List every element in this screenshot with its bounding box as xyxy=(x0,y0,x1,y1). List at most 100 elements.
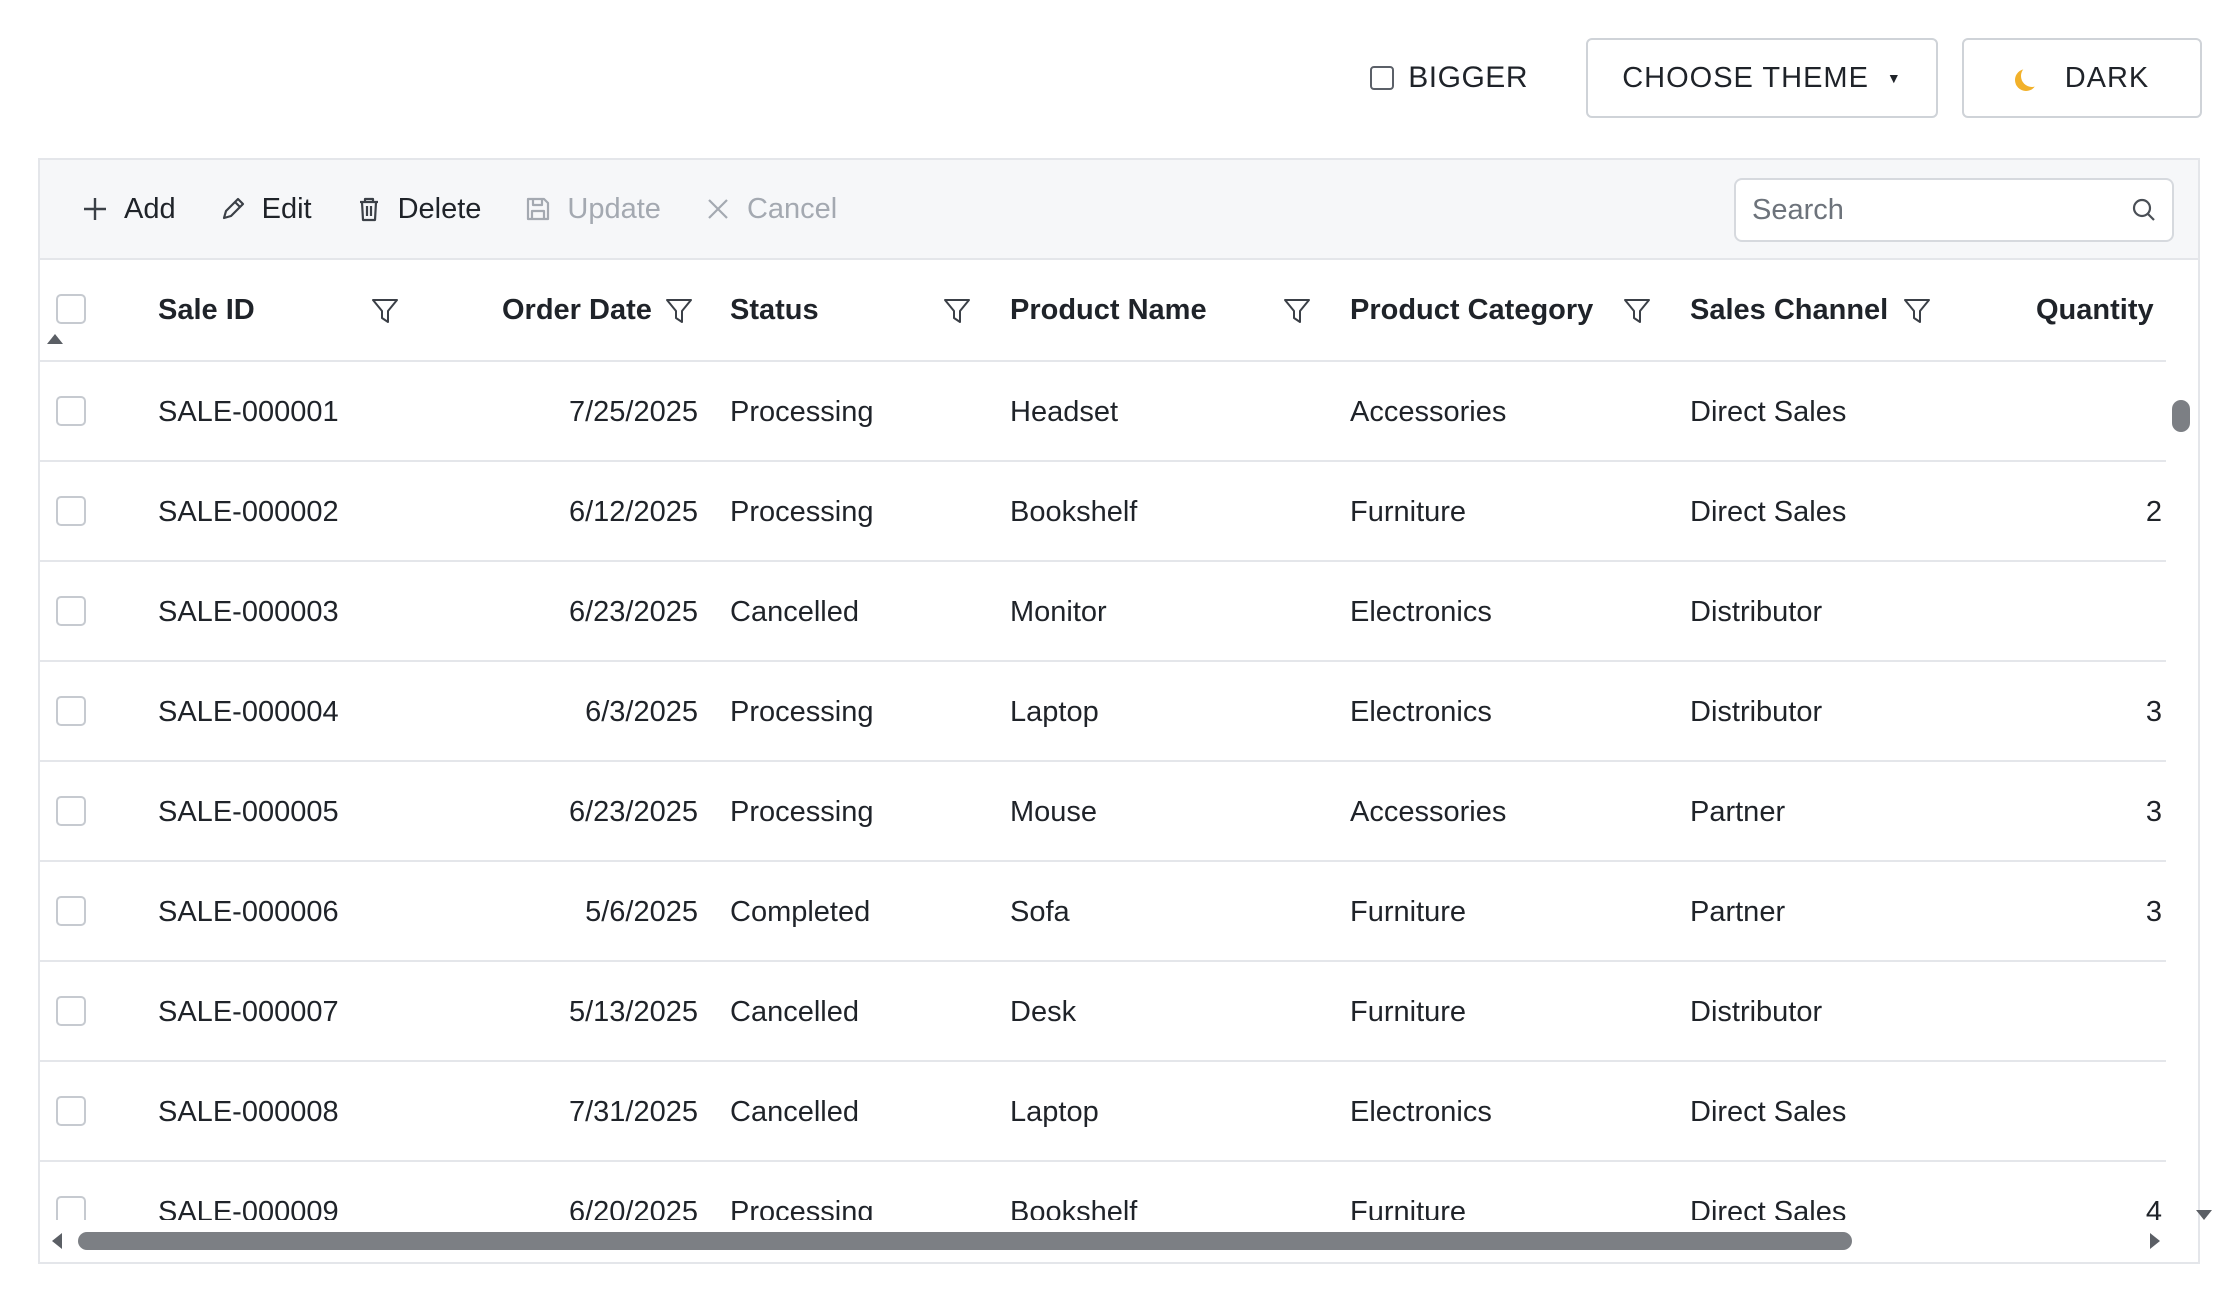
choose-theme-button[interactable]: CHOOSE THEME ▼ xyxy=(1586,38,1938,118)
cell-product-name: Headset xyxy=(1010,395,1119,428)
cell-sale-id: SALE-000002 xyxy=(158,495,339,528)
cell-sales-channel: Partner xyxy=(1690,895,1786,928)
column-header-order-date[interactable]: Order Date xyxy=(502,260,652,360)
scroll-up-arrow-icon[interactable] xyxy=(47,334,63,344)
column-header-quantity[interactable]: Quantity xyxy=(2036,260,2154,360)
cell-quantity: 3 xyxy=(2145,895,2162,928)
vertical-scrollbar[interactable] xyxy=(2166,360,2198,1222)
table-row[interactable]: SALE-000008 7/31/2025 Cancelled Laptop Elect… xyxy=(40,1062,2168,1162)
bigger-toggle[interactable]: BIGGER xyxy=(1370,61,1528,95)
column-label: Sales Channel xyxy=(1690,293,1889,326)
scroll-right-arrow-icon[interactable] xyxy=(2150,1233,2160,1249)
column-header-status[interactable]: Status xyxy=(730,260,819,360)
filter-icon[interactable] xyxy=(370,296,400,326)
cell-sale-id: SALE-000008 xyxy=(158,1095,339,1128)
cell-quantity xyxy=(2030,962,2162,1062)
filter-icon[interactable] xyxy=(942,296,972,326)
column-label: Status xyxy=(730,293,819,326)
table-row[interactable]: SALE-000003 6/23/2025 Cancelled Monitor Elec… xyxy=(40,562,2168,662)
dark-mode-button[interactable]: DARK xyxy=(1962,38,2202,118)
column-header-product-category[interactable]: Product Category xyxy=(1350,260,1593,360)
horizontal-scroll-thumb[interactable] xyxy=(78,1232,1852,1250)
select-all-checkbox[interactable] xyxy=(56,294,86,324)
edit-button[interactable]: Edit xyxy=(218,193,312,226)
table-row[interactable]: SALE-000002 6/12/2025 Processing Bookshelf F… xyxy=(40,462,2168,562)
cell-product-category: Electronics xyxy=(1350,695,1492,728)
cell-product-name: Mouse xyxy=(1010,795,1098,828)
pencil-icon xyxy=(222,197,244,220)
cell-sales-channel: Partner xyxy=(1690,795,1786,828)
cell-quantity: 3 xyxy=(2145,795,2162,828)
row-checkbox[interactable] xyxy=(56,396,86,426)
cell-status: Processing xyxy=(730,395,874,428)
cell-product-category: Furniture xyxy=(1350,495,1467,528)
cell-product-name: Desk xyxy=(1010,995,1077,1028)
scroll-left-arrow-icon[interactable] xyxy=(52,1233,62,1249)
add-button[interactable]: Add xyxy=(80,193,176,226)
cell-order-date: 5/6/2025 xyxy=(585,895,698,928)
edit-label: Edit xyxy=(261,192,312,225)
vertical-scroll-thumb[interactable] xyxy=(2172,400,2190,432)
cell-product-category: Furniture xyxy=(1350,895,1467,928)
cell-product-name: Sofa xyxy=(1010,895,1070,928)
filter-icon[interactable] xyxy=(1282,296,1312,326)
top-controls: BIGGER CHOOSE THEME ▼ DARK xyxy=(1370,38,2202,118)
table-row[interactable]: SALE-000005 6/23/2025 Processing Mouse Acces… xyxy=(40,762,2168,862)
cell-sales-channel: Distributor xyxy=(1690,695,1823,728)
cell-product-category: Electronics xyxy=(1350,1095,1492,1128)
filter-icon[interactable] xyxy=(664,296,694,326)
cell-product-category: Electronics xyxy=(1350,595,1492,628)
cell-product-name: Monitor xyxy=(1010,595,1107,628)
column-header-sales-channel[interactable]: Sales Channel xyxy=(1690,260,1888,360)
plus-icon xyxy=(84,198,106,220)
cell-status: Processing xyxy=(730,495,874,528)
cell-status: Cancelled xyxy=(730,1095,859,1128)
cell-quantity xyxy=(2030,562,2162,662)
cell-quantity: 2 xyxy=(2145,495,2162,528)
table-row[interactable]: SALE-000001 7/25/2025 Processing Headset Acc… xyxy=(40,362,2168,462)
save-icon xyxy=(527,197,550,221)
row-checkbox[interactable] xyxy=(56,596,86,626)
column-label: Order Date xyxy=(502,293,652,326)
horizontal-scrollbar[interactable] xyxy=(40,1220,2168,1262)
cell-status: Processing xyxy=(730,695,874,728)
search-icon[interactable] xyxy=(2130,196,2158,224)
row-checkbox[interactable] xyxy=(56,696,86,726)
cell-status: Cancelled xyxy=(730,995,859,1028)
column-header-sale-id[interactable]: Sale ID xyxy=(158,260,255,360)
column-label: Product Category xyxy=(1350,293,1594,326)
row-checkbox[interactable] xyxy=(56,496,86,526)
cell-product-name: Laptop xyxy=(1010,695,1099,728)
cell-product-category: Furniture xyxy=(1350,995,1467,1028)
row-checkbox[interactable] xyxy=(56,996,86,1026)
cell-sales-channel: Direct Sales xyxy=(1690,495,1847,528)
bigger-checkbox[interactable] xyxy=(1370,66,1395,90)
cell-sales-channel: Direct Sales xyxy=(1690,395,1847,428)
cancel-label: Cancel xyxy=(746,192,838,225)
cancel-button[interactable]: Cancel xyxy=(703,193,837,226)
cell-quantity xyxy=(2030,1062,2162,1162)
cell-quantity: 3 xyxy=(2145,695,2162,728)
sales-grid: Add Edit Delete Update Cancel Search Sal… xyxy=(38,158,2200,1264)
update-button[interactable]: Update xyxy=(523,193,661,226)
cell-sale-id: SALE-000003 xyxy=(158,595,339,628)
table-row[interactable]: SALE-000004 6/3/2025 Processing Laptop Elect… xyxy=(40,662,2168,762)
scroll-down-arrow-icon[interactable] xyxy=(2196,1210,2212,1220)
table-row[interactable]: SALE-000007 5/13/2025 Cancelled Desk Furnitu… xyxy=(40,962,2168,1062)
filter-icon[interactable] xyxy=(1902,296,1932,326)
cell-order-date: 7/31/2025 xyxy=(568,1095,698,1128)
row-checkbox[interactable] xyxy=(56,1096,86,1126)
cell-sale-id: SALE-000004 xyxy=(158,695,339,728)
cell-status: Processing xyxy=(730,795,874,828)
column-header-product-name[interactable]: Product Name xyxy=(1010,260,1207,360)
row-checkbox[interactable] xyxy=(56,896,86,926)
update-label: Update xyxy=(567,192,661,225)
table-row[interactable]: SALE-000006 5/6/2025 Completed Sofa Furnitur… xyxy=(40,862,2168,962)
search-input[interactable]: Search xyxy=(1734,178,2174,242)
row-checkbox[interactable] xyxy=(56,796,86,826)
trash-icon xyxy=(359,197,378,222)
delete-button[interactable]: Delete xyxy=(354,193,481,226)
cell-product-name: Bookshelf xyxy=(1010,495,1138,528)
filter-icon[interactable] xyxy=(1622,296,1652,326)
grid-header: Sale ID Order Date Status Product Name P… xyxy=(40,260,2198,362)
